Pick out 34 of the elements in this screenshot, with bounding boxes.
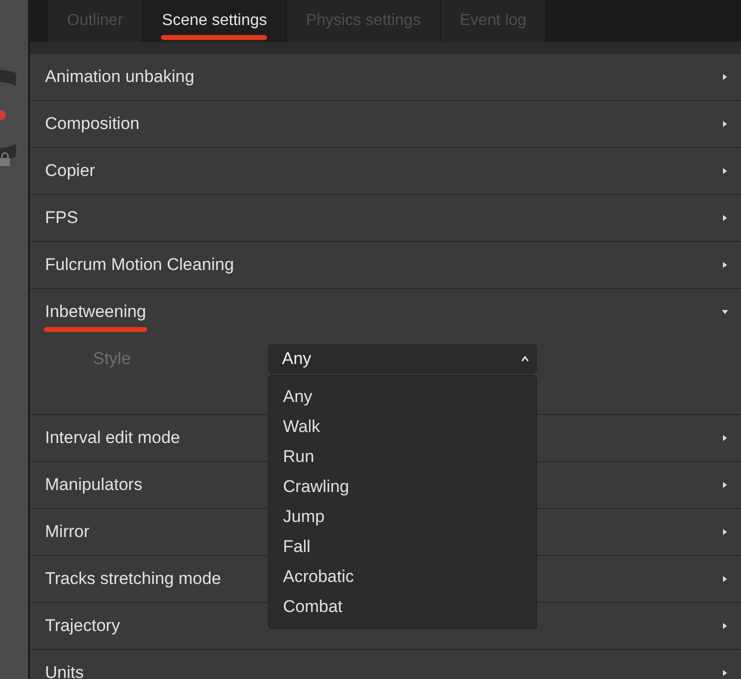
dropdown-option[interactable]: Crawling xyxy=(269,472,536,502)
section-title: Fulcrum Motion Cleaning xyxy=(45,255,234,275)
section-title: Tracks stretching mode xyxy=(45,569,222,589)
dropdown-option[interactable]: Jump xyxy=(269,502,536,532)
section-title: Trajectory xyxy=(45,616,120,636)
caret-icon xyxy=(521,356,529,362)
dropdown-option[interactable]: Fall xyxy=(269,532,536,562)
dropdown-option[interactable]: Combat xyxy=(269,592,536,622)
caret-icon[interactable] xyxy=(721,214,729,222)
section-title: Mirror xyxy=(45,522,90,542)
dropdown-option[interactable]: Walk xyxy=(269,412,536,442)
section-title: Units xyxy=(45,663,84,679)
dropdown-option[interactable]: Any xyxy=(269,382,536,412)
caret-icon[interactable] xyxy=(721,434,729,442)
section-title: Animation unbaking xyxy=(45,67,194,87)
dropdown-option[interactable]: Acrobatic xyxy=(269,562,536,592)
section-title: Inbetweening xyxy=(45,302,146,322)
caret-icon[interactable] xyxy=(721,622,729,630)
section-title: Composition xyxy=(45,114,140,134)
caret-icon[interactable] xyxy=(721,575,729,583)
section-title: Copier xyxy=(45,161,96,181)
caret-icon[interactable] xyxy=(721,120,729,128)
caret-icon[interactable] xyxy=(721,528,729,536)
caret-icon[interactable] xyxy=(721,261,729,269)
caret-icon[interactable] xyxy=(721,669,729,677)
section-title: Manipulators xyxy=(45,475,142,495)
caret-icon[interactable] xyxy=(721,73,729,81)
dropdown-option[interactable]: Run xyxy=(269,442,536,472)
caret-icon[interactable] xyxy=(721,308,729,316)
section-title: FPS xyxy=(45,208,78,228)
lock-icon xyxy=(0,152,10,166)
caret-icon[interactable] xyxy=(721,481,729,489)
section-title: Interval edit mode xyxy=(45,428,180,448)
caret-icon[interactable] xyxy=(721,167,729,175)
